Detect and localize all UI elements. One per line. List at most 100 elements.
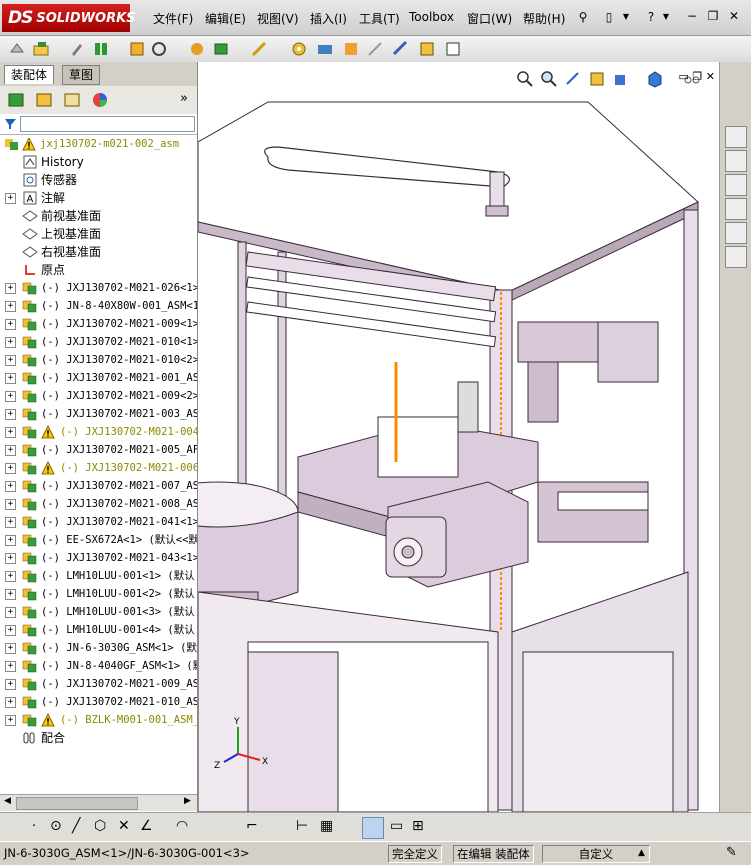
- tree-item[interactable]: + (-) BZLK-M001-001_ASM_A: [0, 711, 197, 729]
- tree-item[interactable]: + (-) JN-8-40X80W-001_ASM<1>: [0, 297, 197, 315]
- help-dropdown-icon[interactable]: ▼: [658, 9, 674, 25]
- grid-icon[interactable]: ▦: [320, 818, 333, 834]
- tree-item[interactable]: + (-) JXJ130702-M021-008_ASM: [0, 495, 197, 513]
- expand-icon[interactable]: +: [5, 517, 16, 528]
- graphics-area[interactable]: Y X Z ▭ ❐ ✕: [198, 62, 719, 812]
- assembly-model[interactable]: Y X Z: [198, 62, 719, 812]
- expand-icon[interactable]: +: [5, 427, 16, 438]
- tree-item[interactable]: 上视基准面: [0, 225, 197, 243]
- tree-item[interactable]: + (-) JXJ130702-M021-004_: [0, 423, 197, 441]
- tree-item[interactable]: + (-) JXJ130702-M021-026<1>: [0, 279, 197, 297]
- feature-tree-icon[interactable]: [6, 91, 26, 109]
- viewport-restore-icon[interactable]: ❐: [692, 70, 702, 83]
- polygon-icon[interactable]: ⬡: [94, 818, 106, 834]
- close-icon[interactable]: ✕: [725, 8, 743, 24]
- tab-sketch[interactable]: 草图: [62, 65, 101, 85]
- smart-fastener-icon[interactable]: [250, 40, 268, 58]
- four-view-icon[interactable]: ⊞: [412, 818, 424, 834]
- tree-item[interactable]: + (-) JXJ130702-M021-009<2>: [0, 387, 197, 405]
- units-dropdown-icon[interactable]: ▲: [638, 845, 645, 861]
- new-dropdown-icon[interactable]: ▼: [618, 9, 634, 25]
- viewport-minimize-icon[interactable]: ▭: [679, 70, 689, 83]
- measure-icon[interactable]: [392, 40, 410, 58]
- menu-window[interactable]: 窗口(W): [467, 10, 512, 27]
- expand-icon[interactable]: +: [5, 445, 16, 456]
- tree-item[interactable]: + (-) JXJ130702-M021-007_ASM: [0, 477, 197, 495]
- menu-insert[interactable]: 插入(I): [310, 10, 347, 27]
- tree-item[interactable]: + (-) JXJ130702-M021-005_AF: [0, 441, 197, 459]
- expand-icon[interactable]: +: [5, 463, 16, 474]
- tree-item[interactable]: 原点: [0, 261, 197, 279]
- tree-item[interactable]: 右视基准面: [0, 243, 197, 261]
- menu-edit[interactable]: 编辑(E): [205, 10, 246, 27]
- expand-icon[interactable]: +: [5, 715, 16, 726]
- rebuild-icon[interactable]: [8, 40, 26, 58]
- tab-assembly[interactable]: 装配体: [4, 65, 55, 84]
- tree-root[interactable]: jxj130702-m021-002_asm: [0, 138, 197, 153]
- instant3d-icon[interactable]: [342, 40, 360, 58]
- expand-icon[interactable]: +: [5, 625, 16, 636]
- expand-icon[interactable]: +: [5, 679, 16, 690]
- scroll-left-icon[interactable]: ◀: [4, 796, 11, 806]
- expand-icon[interactable]: +: [5, 589, 16, 600]
- expand-icon[interactable]: +: [5, 193, 16, 204]
- expand-icon[interactable]: +: [5, 337, 16, 348]
- tree-item[interactable]: + (-) JXJ130702-M021-009_ASM: [0, 675, 197, 693]
- menu-toolbox[interactable]: Toolbox: [409, 10, 454, 24]
- tree-item[interactable]: + (-) EE-SX672A<1> (默认<<默: [0, 531, 197, 549]
- circle-icon[interactable]: ⊙: [50, 818, 62, 834]
- help-icon[interactable]: ?: [643, 9, 659, 25]
- scroll-right-icon[interactable]: ▶: [184, 796, 191, 806]
- expand-icon[interactable]: +: [5, 481, 16, 492]
- expand-icon[interactable]: +: [5, 571, 16, 582]
- gear-icon[interactable]: [290, 40, 308, 58]
- split-view-icon[interactable]: ▭: [390, 818, 403, 834]
- expand-icon[interactable]: +: [5, 301, 16, 312]
- view-cube-icon[interactable]: [362, 817, 384, 839]
- expand-tabs-icon[interactable]: »: [180, 91, 188, 106]
- dimension-icon[interactable]: ⊢: [296, 818, 308, 834]
- design-library-icon[interactable]: [725, 150, 747, 172]
- section-view-icon[interactable]: [418, 40, 436, 58]
- line-icon[interactable]: ╱: [72, 818, 80, 834]
- tree-item[interactable]: + (-) JN-8-4040GF_ASM<1> (默: [0, 657, 197, 675]
- menu-file[interactable]: 文件(F): [153, 10, 193, 27]
- tree-item[interactable]: + (-) JXJ130702-M021-043<1>: [0, 549, 197, 567]
- scroll-thumb[interactable]: [16, 797, 138, 810]
- assembly-features-icon[interactable]: [212, 40, 230, 58]
- menu-view[interactable]: 视图(V): [257, 10, 299, 27]
- pencil-icon[interactable]: [68, 40, 86, 58]
- units-status[interactable]: 自定义: [542, 845, 650, 863]
- tree-item[interactable]: + (-) LMH10LUU-001<2> (默认: [0, 585, 197, 603]
- expand-icon[interactable]: +: [5, 535, 16, 546]
- arc-icon[interactable]: ◠: [176, 818, 188, 834]
- expand-icon[interactable]: +: [5, 553, 16, 564]
- configuration-manager-icon[interactable]: [62, 91, 82, 109]
- open-icon[interactable]: [32, 40, 50, 58]
- angle-icon[interactable]: ∠: [140, 818, 153, 834]
- explode-icon[interactable]: [188, 40, 206, 58]
- menu-help[interactable]: 帮助(H): [523, 10, 565, 27]
- tree-item[interactable]: 配合: [0, 729, 197, 747]
- expand-icon[interactable]: +: [5, 283, 16, 294]
- tree-item[interactable]: History: [0, 153, 197, 171]
- tree-item[interactable]: + (-) JXJ130702-M021-010<2>: [0, 351, 197, 369]
- expand-icon[interactable]: +: [5, 409, 16, 420]
- appearances-icon[interactable]: [725, 222, 747, 244]
- tree-item[interactable]: + (-) JXJ130702-M021-010_ASM: [0, 693, 197, 711]
- expand-icon[interactable]: +: [5, 643, 16, 654]
- point-icon[interactable]: ·: [32, 819, 36, 834]
- tree-item[interactable]: + (-) JXJ130702-M021-003_ASM: [0, 405, 197, 423]
- tree-item[interactable]: + (-) JXJ130702-M021-010<1>: [0, 333, 197, 351]
- tree-item[interactable]: + (-) JXJ130702-M021-001_ASM: [0, 369, 197, 387]
- expand-icon[interactable]: +: [5, 319, 16, 330]
- tree-item[interactable]: + (-) JXJ130702-M021-006_: [0, 459, 197, 477]
- tree-item[interactable]: + (-) LMH10LUU-001<1> (默认: [0, 567, 197, 585]
- move-component-icon[interactable]: [150, 40, 168, 58]
- tree-item[interactable]: 传感器: [0, 171, 197, 189]
- offset-icon[interactable]: ⌐: [246, 818, 258, 834]
- solidworks-logo[interactable]: DS SOLIDWORKS: [2, 4, 136, 32]
- tree-item[interactable]: + A 注解: [0, 189, 197, 207]
- interference-icon[interactable]: [366, 40, 384, 58]
- expand-icon[interactable]: +: [5, 355, 16, 366]
